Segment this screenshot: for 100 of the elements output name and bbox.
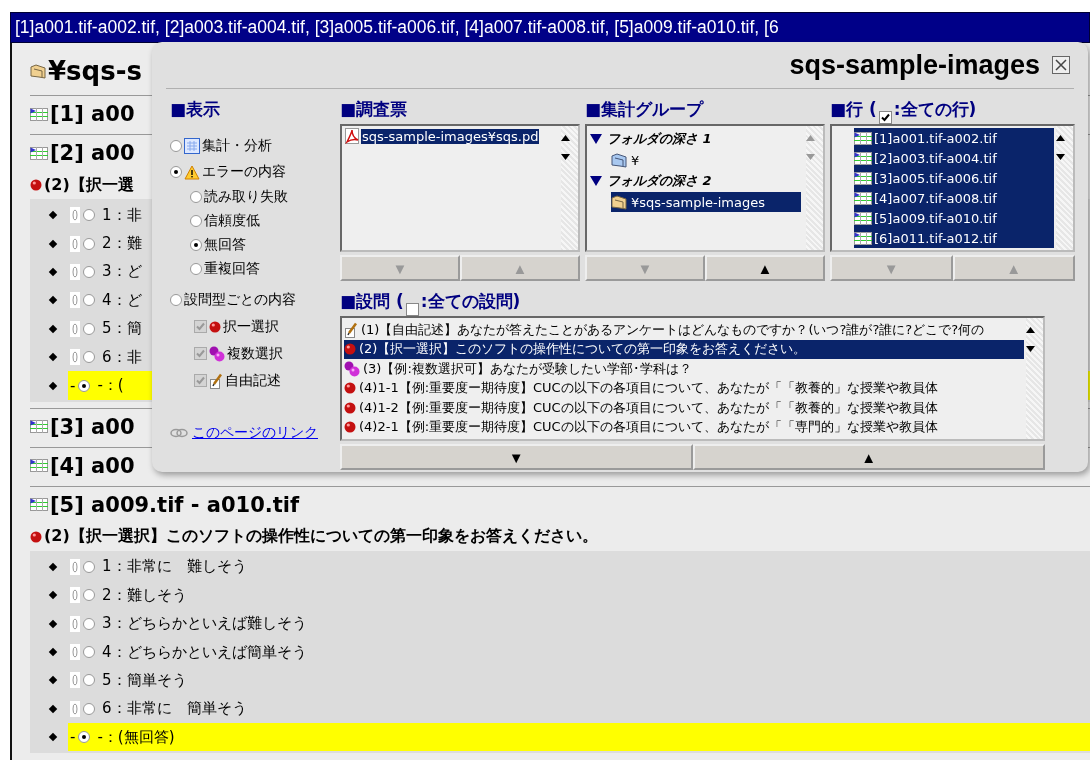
- list-item[interactable]: [5]a009.tif-a010.tif: [854, 208, 1054, 228]
- bullet-icon: [48, 647, 58, 657]
- section-title: [3] a00: [50, 414, 135, 439]
- ball-icon: [344, 382, 356, 395]
- up-arrow-icon: [561, 135, 570, 141]
- option-label: 5：簡単そう: [102, 671, 187, 690]
- window-title: [1]a001.tif-a002.tif, [2]a003.tif-a004.tif, [3]a005.tif-a006.tif, [4]a007.tif-a008.tif, [5]a009.tif-a010.tif, [6: [10, 12, 1090, 43]
- checkbox[interactable]: [405, 303, 419, 316]
- checkbox[interactable]: [878, 111, 892, 124]
- scrollbar[interactable]: [1026, 318, 1043, 439]
- thumbnail-icon: [70, 644, 80, 661]
- balls-icon: [209, 345, 225, 362]
- radio-button[interactable]: [78, 379, 91, 392]
- table-icon: [30, 107, 48, 121]
- list-item[interactable]: (1)【自由記述】あなたが答えたことがあるアンケートはどんなものですか？(いつ?誰が?誰に?どこで?何の: [344, 320, 1024, 340]
- list-item[interactable]: [3]a005.tif-a006.tif: [854, 168, 1054, 188]
- list-item[interactable]: (4)1-1【例:重要度ー期待度】CUCの以下の各項目について、あなたが「「教養的」な授業や教員体: [344, 378, 1024, 398]
- move-button[interactable]: ▲: [705, 255, 825, 281]
- list-item[interactable]: (2)【択一選択】このソフトの操作性についての第一印象をお答えください。: [344, 339, 1024, 359]
- bullet-icon: [48, 352, 58, 362]
- radio-button[interactable]: [83, 209, 95, 222]
- bullet-icon: [48, 562, 58, 572]
- table-icon: [30, 498, 48, 512]
- question-title: (2)【択一選: [44, 174, 134, 196]
- bullet-icon: [48, 733, 58, 742]
- radio-button[interactable]: [83, 351, 95, 364]
- ball-icon: [30, 530, 42, 543]
- radio-button[interactable]: [78, 731, 91, 744]
- option-label: 信頼度低: [204, 212, 260, 230]
- radio-button[interactable]: [83, 589, 95, 602]
- option-label: 読み取り失敗: [204, 188, 288, 206]
- bullet-icon: [48, 239, 58, 248]
- option-label: 6：非: [102, 347, 142, 367]
- down-arrow-icon: [1056, 154, 1065, 160]
- list-item[interactable]: (4)1-2【例:重要度ー期待度】CUCの以下の各項目について、あなたが「「教養的」な授業や教員体: [344, 398, 1024, 418]
- move-button[interactable]: ▼: [340, 444, 693, 470]
- thumbnail-icon: [70, 263, 80, 280]
- radio-button[interactable]: [170, 166, 182, 178]
- thumbnail-icon: [70, 320, 80, 337]
- scrollbar[interactable]: [561, 126, 578, 250]
- list-item[interactable]: sqs-sample-images¥sqs.pd: [361, 128, 540, 144]
- radio-button[interactable]: [83, 702, 95, 715]
- thumbnail-icon: [70, 292, 80, 309]
- list-item[interactable]: (3)【例:複数選択可】あなたが受験したい学部･学科は？: [344, 359, 1024, 379]
- list-item[interactable]: [1]a001.tif-a002.tif: [854, 128, 1054, 148]
- radio-button[interactable]: [83, 294, 95, 307]
- list-item[interactable]: [2]a003.tif-a004.tif: [854, 148, 1054, 168]
- link-icon: [170, 428, 188, 438]
- tree-item[interactable]: ¥: [611, 150, 801, 170]
- up-arrow-icon: [1026, 327, 1035, 333]
- move-button[interactable]: ▲: [692, 444, 1045, 470]
- down-arrow-icon: [1026, 346, 1035, 352]
- radio-button[interactable]: [190, 263, 202, 275]
- page-link[interactable]: このページのリンク: [192, 424, 318, 442]
- radio-button[interactable]: [190, 191, 202, 203]
- section-title: [2] a00: [50, 141, 135, 165]
- section-heading: ■行 (: [830, 98, 877, 121]
- close-button[interactable]: [1052, 56, 1070, 74]
- option-label: 4：ど: [102, 290, 142, 310]
- radio-button[interactable]: [170, 294, 182, 306]
- heading-label: :全ての行): [893, 98, 977, 121]
- section-title: [5] a009.tif - a010.tif: [50, 492, 300, 517]
- option-label: 4：どちらかといえば簡単そう: [102, 642, 307, 662]
- radio-button[interactable]: [83, 646, 95, 659]
- down-arrow-icon: [561, 154, 570, 160]
- expand-icon[interactable]: [589, 133, 603, 145]
- radio-button[interactable]: [190, 215, 202, 227]
- radio-button[interactable]: [83, 265, 95, 278]
- panel-title: sqs-sample-images: [789, 49, 1040, 81]
- radio-button[interactable]: [83, 674, 95, 687]
- tree-label[interactable]: フォルダの深さ 2: [607, 172, 712, 190]
- radio-button[interactable]: [83, 237, 95, 250]
- down-arrow-icon: [806, 154, 815, 160]
- radio-button[interactable]: [190, 239, 202, 251]
- expand-icon[interactable]: [589, 175, 603, 187]
- radio-button[interactable]: [83, 560, 95, 573]
- ball-icon: [344, 343, 356, 356]
- scrollbar[interactable]: [806, 126, 823, 250]
- radio-button[interactable]: [83, 617, 95, 630]
- option-label: 3：ど: [102, 262, 142, 282]
- list-item[interactable]: [6]a011.tif-a012.tif: [854, 228, 1054, 248]
- page-heading: ¥sqs-s: [48, 56, 142, 86]
- scrollbar[interactable]: [1056, 126, 1073, 250]
- bullet-icon: [48, 619, 58, 628]
- list-item[interactable]: (4)2-1【例:重要度ー期待度】CUCの以下の各項目について、あなたが「「専門的」な授業や教員体: [344, 417, 1024, 437]
- option-label: 無回答: [204, 236, 246, 254]
- table-icon: [854, 231, 872, 245]
- up-arrow-icon: [1056, 135, 1065, 141]
- tree-item[interactable]: ¥sqs-sample-images: [611, 192, 801, 212]
- thumbnail-icon: [70, 672, 80, 689]
- section-title: [1] a00: [50, 102, 135, 126]
- ball-icon: [344, 421, 356, 434]
- section-heading: ■調査票: [340, 98, 409, 121]
- bullet-icon: [48, 296, 58, 305]
- tree-label[interactable]: フォルダの深さ 1: [607, 130, 712, 148]
- radio-button[interactable]: [83, 322, 95, 335]
- grid-icon: [184, 138, 200, 154]
- radio-button[interactable]: [170, 140, 182, 152]
- option-label: -：(: [97, 376, 124, 396]
- list-item[interactable]: [4]a007.tif-a008.tif: [854, 188, 1054, 208]
